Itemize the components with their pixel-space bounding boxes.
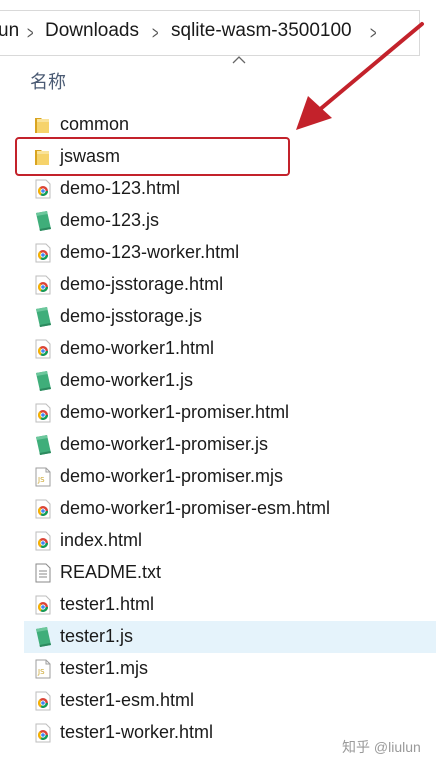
file-row[interactable]: demo-jsstorage.html [24,269,436,301]
file-name: demo-jsstorage.html [60,274,224,294]
folder-icon [32,114,54,136]
file-name: demo-worker1.js [60,370,194,390]
file-name: tester1-esm.html [60,690,195,710]
text-file-icon [32,562,54,584]
html-file-icon [32,402,54,424]
file-row[interactable]: README.txt [24,557,436,589]
file-row[interactable]: demo-worker1-promiser.html [24,397,436,429]
file-row[interactable]: demo-worker1-promiser.js [24,429,436,461]
file-row[interactable]: demo-jsstorage.js [24,301,436,333]
html-file-icon [32,690,54,712]
file-name: demo-worker1-promiser.mjs [60,466,284,486]
html-file-icon [32,594,54,616]
html-file-icon [32,722,54,744]
annotation-arrow-icon [296,22,424,130]
file-name: common [60,114,130,134]
file-row[interactable]: demo-123.js [24,205,436,237]
js-file-icon [32,370,54,392]
watermark: 知乎 @liulun [342,739,421,755]
svg-text:JS: JS [37,668,45,676]
file-name: README.txt [60,562,162,582]
js-file-icon [32,434,54,456]
file-name: demo-worker1.html [60,338,215,358]
file-row[interactable]: demo-worker1-promiser-esm.html [24,493,436,525]
breadcrumb-item-user[interactable]: un [0,20,19,42]
html-file-icon [32,498,54,520]
js-file-icon [32,210,54,232]
file-name: demo-worker1-promiser.html [60,402,290,422]
file-row[interactable]: demo-worker1.html [24,333,436,365]
file-row[interactable]: demo-123.html [24,173,436,205]
file-name: tester1-worker.html [60,722,214,742]
mjs-file-icon: JS [32,466,54,488]
file-name: demo-worker1-promiser-esm.html [60,498,331,518]
html-file-icon [32,274,54,296]
svg-text:JS: JS [37,476,45,484]
file-row[interactable]: demo-123-worker.html [24,237,436,269]
file-name: demo-jsstorage.js [60,306,203,326]
column-header-name[interactable]: 名称 [30,68,66,94]
file-name: index.html [60,530,143,550]
html-file-icon [32,242,54,264]
html-file-icon [32,178,54,200]
html-file-icon [32,338,54,360]
breadcrumb-separator-icon[interactable]: > [27,23,33,44]
html-file-icon [32,530,54,552]
js-file-icon [32,626,54,648]
breadcrumb-separator-icon[interactable]: > [152,23,158,44]
breadcrumb-item-downloads[interactable]: Downloads [45,20,139,42]
highlight-annotation-box [15,137,290,176]
mjs-file-icon: JS [32,658,54,680]
js-file-icon [32,306,54,328]
file-row[interactable]: tester1.html [24,589,436,621]
file-name: tester1.js [60,626,134,646]
file-name: demo-123-worker.html [60,242,240,262]
file-row[interactable]: index.html [24,525,436,557]
file-row[interactable]: demo-worker1.js [24,365,436,397]
file-name: tester1.mjs [60,658,149,678]
file-name: tester1.html [60,594,155,614]
file-name: demo-worker1-promiser.js [60,434,269,454]
file-row[interactable]: JS tester1.mjs [24,653,436,685]
file-row[interactable]: tester1.js [24,621,436,653]
file-row[interactable]: JS demo-worker1-promiser.mjs [24,461,436,493]
file-row[interactable]: tester1-esm.html [24,685,436,717]
file-name: demo-123.html [60,178,181,198]
file-name: demo-123.js [60,210,160,230]
sort-ascending-icon[interactable] [232,55,246,65]
